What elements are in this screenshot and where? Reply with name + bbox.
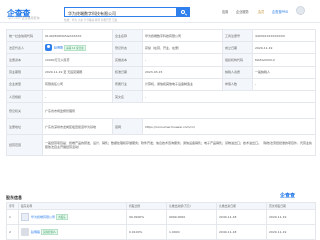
- value-status: 存续（在营、开业、在册）: [141, 41, 224, 55]
- first-hold-date: 2020-11-19: [266, 224, 316, 240]
- label-approved: 核准日期: [112, 65, 143, 79]
- value-reg-number: 440301XXXXXXXXX: [252, 28, 317, 43]
- person-avatar-icon: [21, 228, 29, 236]
- value-org-code: MA5GXXXX-X: [252, 53, 317, 67]
- shareholder-tag: 实际控制人: [40, 229, 58, 235]
- column-header: 序号: [6, 202, 19, 210]
- section-title-shareholders: 股东信息: [6, 195, 22, 200]
- value-insured: -: [252, 77, 317, 91]
- label-company-type: 企业类型: [6, 77, 43, 91]
- search-icon: [181, 9, 185, 14]
- label-staff-size: 人员规模: [6, 89, 43, 104]
- label-reg-number: 工商注册号: [222, 28, 254, 43]
- label-term: 营业期限: [6, 65, 43, 79]
- label-paid-capital: 实缴资本: [112, 53, 143, 67]
- label-founded: 成立日期: [222, 41, 254, 55]
- subscribed-amount: 1.0000: [166, 224, 217, 240]
- label-website: 官网: [112, 118, 143, 136]
- value-legal-rep: 赵明路 关联 12 家企业: [42, 41, 113, 55]
- info-row: 法定代表人 赵明路 关联 12 家企业 登记状态 存续（在营、开业、在册） 成立…: [6, 41, 317, 55]
- shareholder-link[interactable]: 华为终端有限公司: [31, 215, 55, 219]
- value-company-name: 华为终端数字科技有限公司: [141, 28, 224, 43]
- search-input[interactable]: 华为终端数字科技有限公司: [64, 7, 177, 17]
- value-approved: 2023-03-15: [141, 65, 224, 79]
- user-avatar[interactable]: [296, 6, 305, 15]
- label-company-name: 企业名称: [112, 28, 143, 43]
- info-row: 登记机关 广东省市场监督管理局: [6, 102, 317, 120]
- legal-rep-avatar: [45, 44, 52, 52]
- value-english-name: -: [141, 89, 317, 104]
- value-company-type: 有限责任公司: [42, 77, 113, 91]
- shareholder-name-cell: 赵明路 实际控制人: [18, 224, 127, 240]
- label-insured: 参保人数: [222, 77, 254, 91]
- info-row: 企业类型 有限责任公司 所属行业 计算机、通信和其他电子设备制造业 参保人数 -: [6, 77, 317, 91]
- value-term: 2020-11-19 至 无固定期限: [42, 65, 113, 79]
- column-header[interactable]: 认缴出资日期: [216, 202, 267, 210]
- subscribed-date: 2040-11-18: [216, 209, 267, 225]
- value-paid-capital: -: [141, 53, 224, 67]
- label-status: 登记状态: [112, 41, 143, 55]
- nav-apps[interactable]: 应用: [222, 9, 228, 14]
- info-row: 经营范围 一般经营项目是：终端产品的研发、设计、销售；数据处理和存储服务；软件开…: [6, 134, 317, 157]
- value-credit-code: 91440300MA5GXXXXXX: [42, 28, 113, 43]
- label-scope: 经营范围: [6, 134, 43, 157]
- table-header-row: 序号 股东名称 持股比例 认缴出资额(万元) 认缴出资日期 首次持股日期: [6, 202, 316, 210]
- table-row[interactable]: 2 赵明路 实际控制人 0.0100% 1.0000 2040-11-18 20…: [6, 224, 316, 240]
- shareholder-table: 序号 股东名称 持股比例 认缴出资额(万元) 认缴出资日期 首次持股日期 1 华…: [6, 202, 316, 240]
- column-header[interactable]: 认缴出资额(万元): [166, 202, 217, 210]
- business-info-table: 统一社会信用代码 91440300MA5GXXXXXX 企业名称 华为终端数字科…: [6, 28, 317, 157]
- row-index: 2: [6, 224, 19, 240]
- value-scope: 一般经营项目是：终端产品的研发、设计、销售；数据处理和存储服务；软件开发；信息技…: [41, 134, 317, 157]
- value-taxpayer: 一般纳税人: [252, 65, 317, 79]
- label-credit-code: 统一社会信用代码: [6, 28, 43, 43]
- value-founded: 2020-11-19: [252, 41, 317, 55]
- info-row: 注册地址 广东省深圳市龙岗区坂田街道华为基地 官网 https://consum…: [6, 118, 317, 136]
- subscribed-date: 2040-11-18: [216, 224, 267, 240]
- row-index: 1: [6, 209, 19, 225]
- label-authority: 登记机关: [6, 102, 43, 120]
- label-org-code: 组织机构代码: [222, 53, 254, 67]
- nav-pro[interactable]: 企查查PRO: [272, 9, 288, 14]
- label-capital: 注册资本: [6, 53, 43, 67]
- company-logo-icon: [21, 213, 29, 221]
- site-logo-subtitle: qcc.com 企业信用查询: [8, 16, 40, 20]
- shareholder-name-cell: 华为终端有限公司 大股东: [18, 209, 127, 225]
- hot-search-tags[interactable]: 热搜：华为 小米 字节跳动 腾讯 阿里巴巴 百度: [64, 18, 117, 22]
- label-industry: 所属行业: [112, 77, 143, 91]
- value-capital: 10000万元人民币: [42, 53, 113, 67]
- label-address: 注册地址: [6, 118, 43, 136]
- subscribed-amount: 9999.0000: [166, 209, 217, 225]
- search-button[interactable]: [177, 7, 190, 17]
- person-icon: [47, 45, 50, 49]
- shareholder-link[interactable]: 赵明路: [31, 230, 40, 234]
- value-authority: 广东省市场监督管理局: [41, 102, 317, 120]
- info-row: 营业期限 2020-11-19 至 无固定期限 核准日期 2023-03-15 …: [6, 65, 317, 79]
- legal-rep-link[interactable]: 赵明路: [54, 46, 63, 50]
- value-industry: 计算机、通信和其他电子设备制造业: [141, 77, 224, 91]
- value-address: 广东省深圳市龙岗区坂田街道华为基地: [42, 118, 113, 136]
- info-row: 注册资本 10000万元人民币 实缴资本 - 组织机构代码 MA5GXXXX-X: [6, 53, 317, 67]
- value-staff-size: -: [42, 89, 113, 104]
- nav-enterprise-service[interactable]: 企业服务: [236, 9, 249, 14]
- share-ratio: 99.9900%: [126, 209, 167, 225]
- label-taxpayer: 纳税人资质: [222, 65, 254, 79]
- qcc-watermark-logo: 企查查: [280, 193, 296, 199]
- top-header: 企查查 qcc.com 企业信用查询 华为终端数字科技有限公司 热搜：华为 小米…: [0, 0, 320, 23]
- table-row[interactable]: 1 华为终端有限公司 大股东 99.9900% 9999.0000 2040-1…: [6, 209, 316, 225]
- label-english-name: 英文名: [112, 89, 143, 104]
- column-header[interactable]: 首次持股日期: [266, 202, 316, 210]
- column-header[interactable]: 股东名称: [18, 202, 127, 210]
- first-hold-date: 2020-11-19: [266, 209, 316, 225]
- column-header[interactable]: 持股比例: [126, 202, 167, 210]
- share-ratio: 0.0100%: [126, 224, 167, 240]
- label-legal-rep: 法定代表人: [6, 41, 43, 55]
- website-link[interactable]: https://consumer.huawei.com/cn/: [141, 118, 317, 136]
- legal-rep-tag[interactable]: 关联 12 家企业: [63, 44, 86, 51]
- info-row: 人员规模 - 英文名 -: [6, 89, 317, 104]
- info-row: 统一社会信用代码 91440300MA5GXXXXXX 企业名称 华为终端数字科…: [6, 28, 317, 43]
- search-input-value: 华为终端数字科技有限公司: [68, 10, 116, 16]
- nav-vip[interactable]: 会员: [258, 9, 264, 14]
- shareholder-tag: 大股东: [55, 214, 68, 220]
